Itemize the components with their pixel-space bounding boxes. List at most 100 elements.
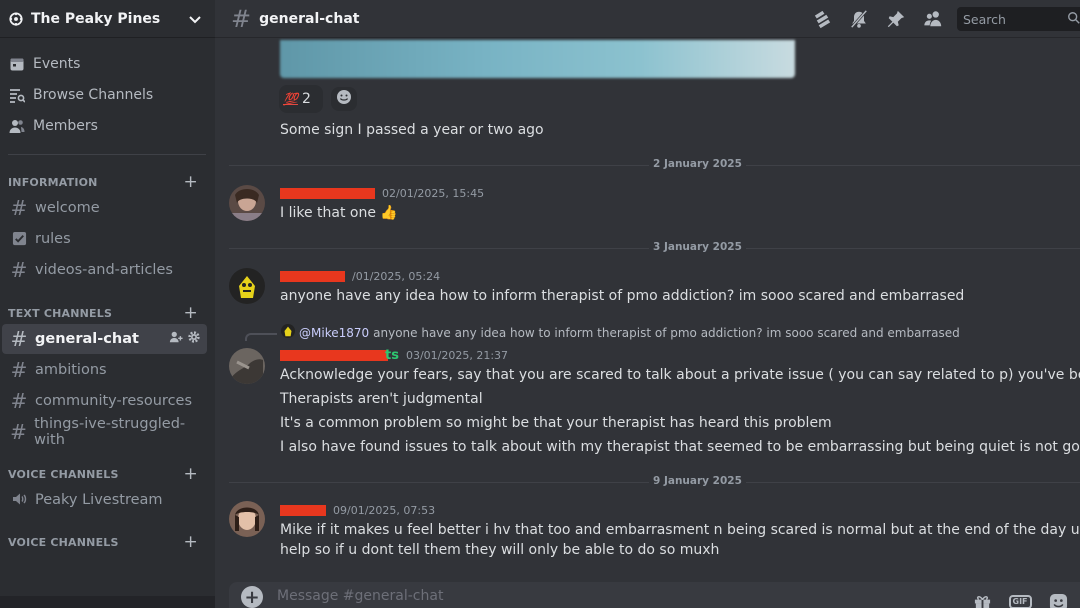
channel-label: things-ive-struggled-with xyxy=(34,416,186,448)
text-channel-icon: # xyxy=(10,258,28,282)
notifications-muted-icon[interactable] xyxy=(848,8,870,30)
message-text: It's a common problem so might be that y… xyxy=(280,415,832,431)
pinned-messages-icon[interactable] xyxy=(885,8,907,30)
avatar[interactable] xyxy=(229,501,265,537)
nav-members[interactable]: Members xyxy=(9,118,98,134)
date-label: 2 January 2025 xyxy=(649,158,746,170)
channel-community-resources[interactable]: # community-resources xyxy=(2,386,207,416)
nav-label: Browse Channels xyxy=(33,87,154,103)
message-text-body: I like that one xyxy=(280,205,376,221)
add-channel-icon[interactable]: + xyxy=(184,466,198,483)
message-header: ts 03/01/2025, 21:37 xyxy=(280,348,508,363)
gear-icon[interactable] xyxy=(187,330,201,348)
reply-mention[interactable]: @Mike1870 xyxy=(299,326,369,340)
composer-toolbar: GIF xyxy=(971,591,1069,608)
members-icon xyxy=(9,118,25,134)
image-attachment[interactable] xyxy=(280,40,795,78)
threads-icon[interactable] xyxy=(811,8,833,30)
message-composer: + GIF xyxy=(229,582,1080,608)
message-timestamp: 09/01/2025, 07:53 xyxy=(333,504,436,517)
nav-label: Members xyxy=(33,118,98,134)
add-channel-icon[interactable]: + xyxy=(184,534,198,551)
thumbs-up-emoji: 👍 xyxy=(380,205,398,221)
redacted-username xyxy=(280,271,345,282)
calendar-icon xyxy=(9,56,25,72)
reply-avatar-icon xyxy=(281,324,295,341)
category-label: VOICE CHANNELS xyxy=(8,536,119,549)
redacted-username xyxy=(280,188,375,199)
channel-ambitions[interactable]: # ambitions xyxy=(2,355,207,385)
nav-events[interactable]: Events xyxy=(9,56,80,72)
sidebar-divider xyxy=(8,154,206,155)
message-text: I also have found issues to talk about w… xyxy=(280,439,1080,455)
add-channel-icon[interactable]: + xyxy=(184,305,198,322)
redacted-username xyxy=(280,350,388,361)
emoji-picker-icon[interactable] xyxy=(1047,591,1069,608)
category-text-channels[interactable]: TEXT CHANNELS + xyxy=(8,305,198,322)
message-text: help so if u dont tell them they will on… xyxy=(280,542,720,558)
server-header[interactable]: The Peaky Pines xyxy=(0,0,215,38)
channel-tools xyxy=(169,330,201,348)
message-timestamp: /01/2025, 05:24 xyxy=(352,270,441,283)
reply-spine xyxy=(245,332,277,341)
browse-channels-icon xyxy=(9,87,25,103)
channel-things-ive-struggled-with[interactable]: # things-ive-struggled-with xyxy=(2,416,207,448)
message-text: I like that one 👍 xyxy=(280,205,398,221)
category-voice-channels[interactable]: VOICE CHANNELS + xyxy=(8,466,198,483)
message-text: Therapists aren't judgmental xyxy=(280,391,483,407)
channel-videos-and-articles[interactable]: # videos-and-articles xyxy=(2,255,207,285)
channel-label: community-resources xyxy=(35,393,193,409)
reply-preview[interactable]: @Mike1870 anyone have any idea how to in… xyxy=(245,324,960,341)
text-channel-icon: # xyxy=(10,327,28,351)
gift-icon[interactable] xyxy=(971,591,993,608)
date-divider: 2 January 2025 xyxy=(229,158,1080,170)
add-attachment-button[interactable]: + xyxy=(241,586,263,608)
category-label: VOICE CHANNELS xyxy=(8,468,119,481)
member-list-icon[interactable] xyxy=(922,8,944,30)
hundred-points-emoji: 💯 xyxy=(283,92,298,106)
channel-general-chat[interactable]: # general-chat xyxy=(2,324,207,354)
server-name: The Peaky Pines xyxy=(31,10,161,27)
nav-browse-channels[interactable]: Browse Channels xyxy=(9,87,153,103)
search-input[interactable]: Search xyxy=(957,7,1080,31)
date-label: 9 January 2025 xyxy=(649,475,746,487)
nav-label: Events xyxy=(33,56,81,72)
message-timestamp: 02/01/2025, 15:45 xyxy=(382,187,485,200)
channel-header: # general-chat xyxy=(215,0,1080,38)
text-channel-icon: # xyxy=(231,4,252,33)
gif-icon[interactable]: GIF xyxy=(1008,591,1032,608)
message-header: 09/01/2025, 07:53 xyxy=(280,504,435,517)
channel-label: ambitions xyxy=(35,362,107,378)
smiley-icon xyxy=(336,89,352,109)
channel-label: rules xyxy=(35,231,71,247)
text-channel-icon: # xyxy=(10,420,27,444)
chat-main: # general-chat Search 💯 2 Some sign I pa… xyxy=(215,0,1080,608)
reaction-100[interactable]: 💯 2 xyxy=(279,85,323,113)
redacted-username xyxy=(280,505,326,516)
category-information[interactable]: INFORMATION + xyxy=(8,174,198,191)
channel-rules[interactable]: rules xyxy=(2,224,207,254)
category-label: TEXT CHANNELS xyxy=(8,307,113,320)
text-channel-icon: # xyxy=(10,389,28,413)
channel-label: videos-and-articles xyxy=(35,262,173,278)
message-timestamp: 03/01/2025, 21:37 xyxy=(405,349,509,362)
reply-text: anyone have any idea how to inform thera… xyxy=(373,325,960,340)
username-visible-fragment[interactable]: ts xyxy=(385,348,399,363)
voice-channel-icon xyxy=(10,488,28,512)
channel-welcome[interactable]: # welcome xyxy=(2,193,207,223)
avatar[interactable] xyxy=(229,185,265,221)
avatar[interactable] xyxy=(229,268,265,304)
avatar[interactable] xyxy=(229,348,265,384)
channel-peaky-livestream[interactable]: Peaky Livestream xyxy=(2,485,207,515)
category-voice-channels-2[interactable]: VOICE CHANNELS + xyxy=(8,534,198,551)
rules-channel-icon xyxy=(10,227,28,251)
message-text: Mike if it makes u feel better i hv that… xyxy=(280,522,1080,538)
header-toolbar xyxy=(811,8,944,30)
message-text: Acknowledge your fears, say that you are… xyxy=(280,367,1080,383)
message-input[interactable] xyxy=(277,588,877,604)
add-channel-icon[interactable]: + xyxy=(184,174,198,191)
gif-label: GIF xyxy=(1008,595,1032,608)
chevron-down-icon[interactable] xyxy=(187,11,203,27)
add-reaction-button[interactable] xyxy=(331,87,357,111)
invite-icon[interactable] xyxy=(169,330,183,348)
